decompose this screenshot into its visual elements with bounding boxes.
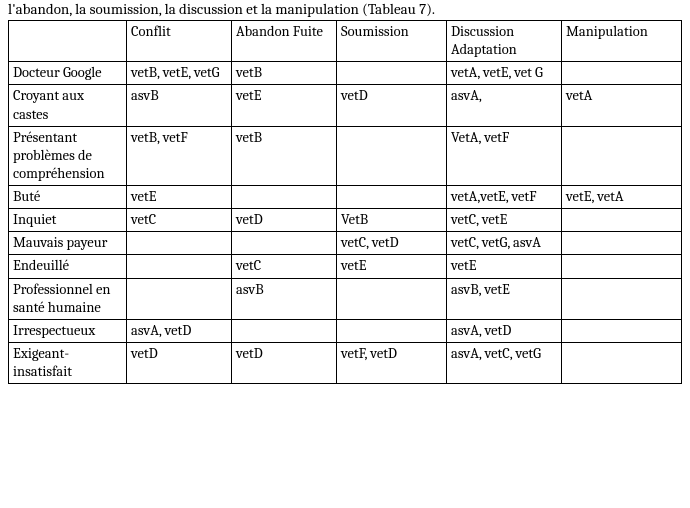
table-cell: asvA, vetD xyxy=(127,319,232,342)
table-cell xyxy=(562,62,682,85)
intro-text: l'abandon, la soumission, la discussion … xyxy=(8,0,682,18)
table-cell xyxy=(232,232,337,255)
table-cell: vetA, vetE, vet G xyxy=(447,62,562,85)
table-cell: vetC, vetE xyxy=(447,209,562,232)
table-cell: vetE xyxy=(127,186,232,209)
table-row: Croyant aux castesasvBvetEvetDasvA,vetA xyxy=(9,85,682,126)
row-label: Professionnel en santé humaine xyxy=(9,278,127,319)
table-cell: VetA, vetF xyxy=(447,126,562,185)
table-cell: vetD xyxy=(232,209,337,232)
table-cell xyxy=(337,62,447,85)
table-cell: vetC, vetG, asvA xyxy=(447,232,562,255)
table-cell: vetB xyxy=(232,126,337,185)
table-cell xyxy=(127,232,232,255)
table-cell: vetB xyxy=(232,62,337,85)
table-row: EndeuillévetCvetEvetE xyxy=(9,255,682,278)
col-header-manipulation: Manipulation xyxy=(562,21,682,62)
table-cell: vetC xyxy=(232,255,337,278)
row-label: Mauvais payeur xyxy=(9,232,127,255)
table-cell: vetC, vetD xyxy=(337,232,447,255)
table-row: Docteur GooglevetB, vetE, vetGvetB vetA, … xyxy=(9,62,682,85)
row-label: Exigeant-insatisfait xyxy=(9,342,127,383)
table-cell xyxy=(562,278,682,319)
table-cell xyxy=(232,319,337,342)
table-cell: asvA, vetD xyxy=(447,319,562,342)
col-header-empty xyxy=(9,21,127,62)
row-label: Irrespectueux xyxy=(9,319,127,342)
table-cell: vetF, vetD xyxy=(337,342,447,383)
table-cell: asvB xyxy=(127,85,232,126)
table-cell: vetA xyxy=(562,85,682,126)
table-cell: vetD xyxy=(127,342,232,383)
table-cell: vetB, vetE, vetG xyxy=(127,62,232,85)
row-label: Croyant aux castes xyxy=(9,85,127,126)
table-cell xyxy=(562,342,682,383)
row-label: Présentant problèmes de compréhension xyxy=(9,126,127,185)
table-cell: vetE xyxy=(447,255,562,278)
table-cell xyxy=(232,186,337,209)
table-header-row: Conflit Abandon Fuite Soumission Discuss… xyxy=(9,21,682,62)
table-cell: vetC xyxy=(127,209,232,232)
table-cell xyxy=(337,319,447,342)
table-cell: asvB xyxy=(232,278,337,319)
table-cell xyxy=(562,232,682,255)
table-row: Exigeant-insatisfaitvetDvetDvetF, vetDas… xyxy=(9,342,682,383)
col-header-conflit: Conflit xyxy=(127,21,232,62)
table-cell xyxy=(127,255,232,278)
table-cell xyxy=(337,278,447,319)
col-header-soumission: Soumission xyxy=(337,21,447,62)
table-cell: vetE xyxy=(337,255,447,278)
row-label: Inquiet xyxy=(9,209,127,232)
table-row: IrrespectueuxasvA, vetDasvA, vetD xyxy=(9,319,682,342)
table-cell xyxy=(562,255,682,278)
table-cell xyxy=(562,319,682,342)
table-cell xyxy=(337,126,447,185)
table-cell: asvA, xyxy=(447,85,562,126)
row-label: Buté xyxy=(9,186,127,209)
table-cell: vetB, vetF xyxy=(127,126,232,185)
table-cell xyxy=(337,186,447,209)
table-row: Professionnel en santé humaine asvB asvB, … xyxy=(9,278,682,319)
strategy-table: Conflit Abandon Fuite Soumission Discuss… xyxy=(8,20,682,384)
table-cell: asvA, vetC, vetG xyxy=(447,342,562,383)
table-row: InquietvetCvetDVetBvetC, vetE xyxy=(9,209,682,232)
table-row: Mauvais payeur vetC, vetDvetC, vetG, asvA xyxy=(9,232,682,255)
row-label: Endeuillé xyxy=(9,255,127,278)
table-cell: vetD xyxy=(337,85,447,126)
col-header-abandon-fuite: Abandon Fuite xyxy=(232,21,337,62)
table-cell xyxy=(562,209,682,232)
table-body: Docteur GooglevetB, vetE, vetGvetBvetA, … xyxy=(9,62,682,384)
table-row: Présentant problèmes de compréhensionvet… xyxy=(9,126,682,185)
table-cell xyxy=(562,126,682,185)
table-cell: vetD xyxy=(232,342,337,383)
col-header-discussion-adaptation: Discussion Adaptation xyxy=(447,21,562,62)
table-cell: vetE, vetA xyxy=(562,186,682,209)
table-cell: asvB, vetE xyxy=(447,278,562,319)
table-row: ButévetE vetA,vetE, vetFvetE, vetA xyxy=(9,186,682,209)
table-cell: vetE xyxy=(232,85,337,126)
table-cell: vetA,vetE, vetF xyxy=(447,186,562,209)
table-cell: VetB xyxy=(337,209,447,232)
table-cell xyxy=(127,278,232,319)
row-label: Docteur Google xyxy=(9,62,127,85)
